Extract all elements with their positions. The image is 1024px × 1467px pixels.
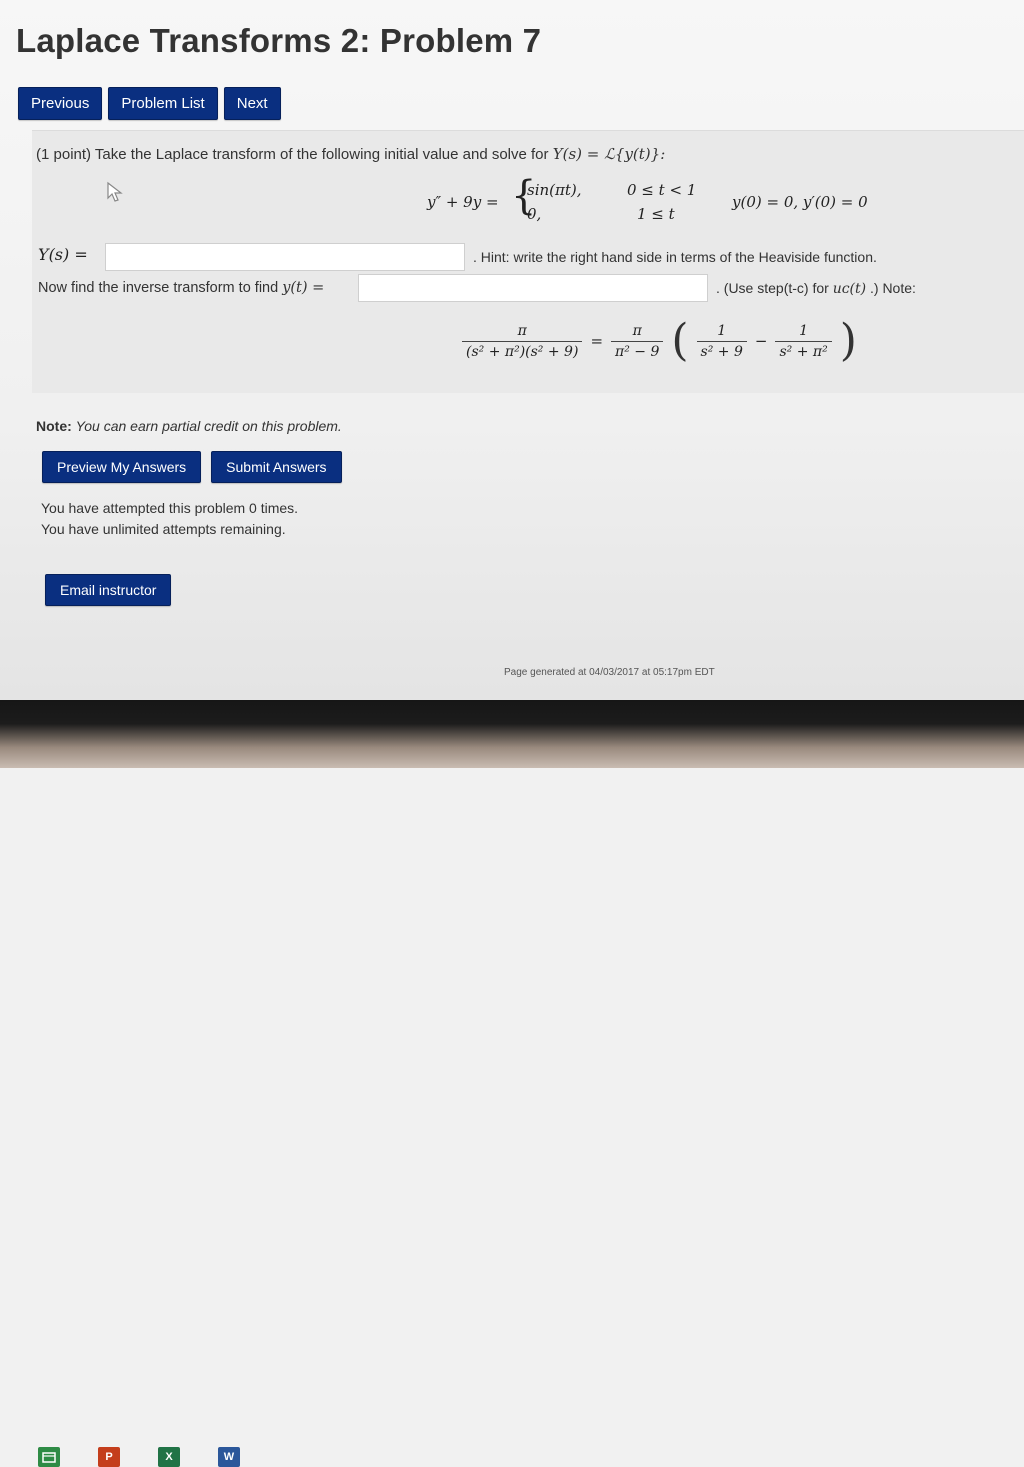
attempts-line2: You have unlimited attempts remaining. — [41, 521, 286, 537]
previous-button[interactable]: Previous — [18, 87, 103, 120]
left-paren: ( — [671, 315, 689, 366]
identity-minus: − — [754, 332, 768, 350]
inverse-note-post: .) Note: — [870, 280, 916, 296]
case1-expr: sin(πt), — [527, 181, 582, 199]
identity-equals: = — [590, 332, 604, 350]
preview-answers-button[interactable]: Preview My Answers — [42, 451, 202, 483]
identity-t2-num: 1 — [799, 322, 809, 339]
inverse-label-math: y(t) = — [282, 280, 325, 296]
monitor-bezel: P X W — [0, 700, 1024, 1467]
ys-label: Y(s) = — [38, 245, 88, 264]
identity-term2-fraction: 1 s² + π² — [775, 322, 832, 360]
webwork-page: Laplace Transforms 2: Problem 7 Previous… — [0, 0, 1024, 700]
inverse-label: Now find the inverse transform to find y… — [38, 280, 324, 296]
partial-fraction-identity: π (s² + π²)(s² + 9) = π π² − 9 ( 1 s² + … — [462, 319, 857, 363]
email-section: Email instructor — [45, 574, 172, 606]
word-app-icon[interactable]: W — [218, 1447, 240, 1467]
ode-lhs: y″ + 9y = — [427, 193, 499, 211]
page-title: Laplace Transforms 2: Problem 7 — [16, 22, 542, 59]
identity-lhs-num: π — [517, 322, 527, 339]
ys-answer-input[interactable] — [105, 243, 465, 271]
partial-credit-note: Note: You can earn partial credit on thi… — [36, 418, 342, 434]
note-text: You can earn partial credit on this prob… — [75, 418, 342, 434]
case2-expr: 0, — [527, 205, 542, 223]
problem-intro-text: (1 point) Take the Laplace transform of … — [36, 146, 549, 163]
taskbar: P X W — [38, 1447, 240, 1467]
identity-term1-fraction: 1 s² + 9 — [696, 322, 747, 360]
attempts-line1: You have attempted this problem 0 times. — [41, 500, 299, 516]
attempts-info: You have attempted this problem 0 times.… — [41, 498, 298, 540]
inverse-note-pre: . (Use step(t-c) for — [716, 280, 829, 296]
initial-conditions: y(0) = 0, y′(0) = 0 — [732, 193, 868, 211]
identity-lhs-fraction: π (s² + π²)(s² + 9) — [462, 322, 583, 360]
inverse-label-text: Now find the inverse transform to find — [38, 280, 279, 296]
next-button[interactable]: Next — [223, 87, 281, 120]
identity-t1-num: 1 — [717, 322, 727, 339]
problem-intro-math: Y(s) = ℒ{y(t)}: — [552, 145, 666, 163]
powerpoint-app-icon[interactable]: P — [98, 1447, 120, 1467]
problem-box: (1 point) Take the Laplace transform of … — [32, 130, 1024, 393]
identity-lhs-den: (s² + π²)(s² + 9) — [462, 340, 583, 360]
page-generated-footer: Page generated at 04/03/2017 at 05:17pm … — [504, 667, 715, 678]
yt-answer-input[interactable] — [358, 274, 708, 302]
identity-coef-den: π² − 9 — [611, 340, 664, 360]
submit-answers-button[interactable]: Submit Answers — [211, 451, 342, 483]
case1-cond: 0 ≤ t < 1 — [627, 181, 697, 199]
excel-app-icon[interactable]: X — [158, 1447, 180, 1467]
note-label: Note: — [36, 418, 72, 434]
identity-t2-den: s² + π² — [775, 340, 832, 360]
identity-coef-fraction: π π² − 9 — [611, 322, 664, 360]
case2-cond: 1 ≤ t — [637, 205, 675, 223]
hint-text: . Hint: write the right hand side in ter… — [473, 249, 877, 265]
problem-nav: Previous Problem List Next — [18, 87, 281, 120]
calendar-app-icon[interactable] — [38, 1447, 60, 1467]
email-instructor-button[interactable]: Email instructor — [45, 574, 172, 606]
identity-coef-num: π — [632, 322, 642, 339]
problem-list-button[interactable]: Problem List — [108, 87, 218, 120]
problem-intro: (1 point) Take the Laplace transform of … — [36, 145, 665, 163]
identity-t1-den: s² + 9 — [696, 340, 747, 360]
inverse-note: . (Use step(t-c) for uᴄ(t) .) Note: — [716, 280, 916, 297]
mouse-cursor-icon — [107, 181, 123, 202]
inverse-note-math: uᴄ(t) — [832, 281, 867, 297]
answer-actions: Preview My Answers Submit Answers — [42, 451, 342, 483]
right-paren: ) — [839, 315, 857, 366]
